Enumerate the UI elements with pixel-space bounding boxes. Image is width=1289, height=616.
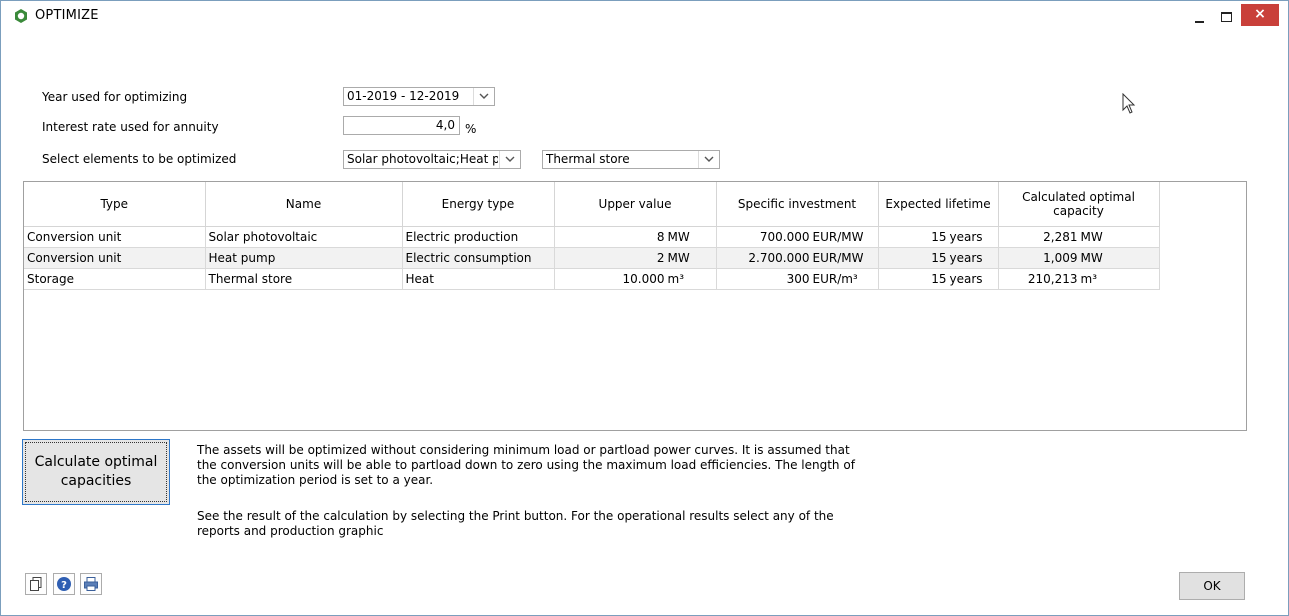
interest-unit: %: [465, 122, 477, 136]
info-paragraph-2: See the result of the calculation by sel…: [197, 509, 834, 538]
capacity-value: 210,213: [1027, 272, 1078, 286]
results-table-body: Type Name Energy type Upper value Specif…: [24, 182, 1160, 290]
cell-invest[interactable]: 300 EUR/m³: [716, 268, 879, 290]
invest-unit: EUR/MW: [812, 230, 864, 244]
focus-rectangle: [25, 442, 167, 502]
cell-energy: Electric consumption: [402, 247, 555, 269]
help-icon: ?: [57, 577, 71, 591]
cell-invest[interactable]: 2.700.000 EUR/MW: [716, 247, 879, 269]
cell-capacity: 210,213 m³: [998, 268, 1160, 290]
cell-upper[interactable]: 2 MW: [554, 247, 717, 269]
interest-label: Interest rate used for annuity: [42, 120, 219, 134]
ok-button[interactable]: OK: [1179, 572, 1245, 600]
info-paragraph-1: The assets will be optimized without con…: [197, 443, 855, 487]
upper-unit: m³: [667, 272, 685, 286]
year-label: Year used for optimizing: [42, 90, 188, 104]
optimize-window: OPTIMIZE × Year used for optimizing 01-2…: [0, 0, 1289, 616]
help-button[interactable]: ?: [53, 573, 75, 595]
col-header-expected-lifetime[interactable]: Expected lifetime: [878, 182, 999, 227]
cell-life[interactable]: 15 years: [878, 268, 999, 290]
elements-select-value: Solar photovoltaic;Heat p: [347, 152, 498, 166]
invest-value: 700.000: [759, 230, 810, 244]
copy-icon: [30, 577, 42, 591]
close-icon: ×: [1254, 6, 1266, 22]
chevron-down-icon[interactable]: [698, 151, 719, 168]
cell-name: Solar photovoltaic: [205, 226, 403, 248]
cell-name: Heat pump: [205, 247, 403, 269]
invest-unit: EUR/m³: [812, 272, 858, 286]
maximize-button[interactable]: [1210, 1, 1244, 29]
cell-invest[interactable]: 700.000 EUR/MW: [716, 226, 879, 248]
chevron-down-icon[interactable]: [499, 151, 520, 168]
invest-unit: EUR/MW: [812, 251, 864, 265]
table-row[interactable]: Storage Thermal store Heat 10.000 m³ 300 E…: [24, 268, 1160, 290]
cell-name: Thermal store: [205, 268, 403, 290]
cell-type: Storage: [24, 268, 206, 290]
upper-unit: MW: [667, 230, 690, 244]
upper-value: 10.000: [622, 272, 665, 286]
title-bar: OPTIMIZE ×: [1, 1, 1288, 31]
copy-button[interactable]: [25, 573, 47, 595]
cell-upper[interactable]: 10.000 m³: [554, 268, 717, 290]
col-header-type[interactable]: Type: [24, 182, 206, 227]
table-row[interactable]: Conversion unit Heat pump Electric consu…: [24, 247, 1160, 269]
results-table: Type Name Energy type Upper value Specif…: [23, 181, 1247, 431]
svg-text:?: ?: [61, 580, 67, 591]
cell-type: Conversion unit: [24, 247, 206, 269]
interest-rate-input[interactable]: 4,0: [343, 116, 460, 135]
chevron-down-icon[interactable]: [473, 88, 494, 105]
year-select[interactable]: 01-2019 - 12-2019: [343, 87, 495, 106]
cell-capacity: 2,281 MW: [998, 226, 1160, 248]
calculate-optimal-capacities-button[interactable]: Calculate optimal capacities: [22, 439, 170, 505]
life-unit: years: [949, 251, 983, 265]
upper-value: 2: [656, 251, 665, 265]
cell-energy: Electric production: [402, 226, 555, 248]
close-button[interactable]: ×: [1241, 4, 1279, 26]
col-header-optimal-capacity[interactable]: Calculated optimal capacity: [998, 182, 1160, 227]
maximize-icon: [1221, 12, 1232, 22]
cell-type: Conversion unit: [24, 226, 206, 248]
print-button[interactable]: [80, 573, 102, 595]
capacity-unit: MW: [1080, 230, 1103, 244]
elements-select[interactable]: Solar photovoltaic;Heat p: [343, 150, 521, 169]
invest-value: 300: [786, 272, 810, 286]
elements-select-2[interactable]: Thermal store: [542, 150, 720, 169]
elements-label: Select elements to be optimized: [42, 152, 237, 166]
window-title: OPTIMIZE: [35, 8, 99, 23]
col-header-name[interactable]: Name: [205, 182, 403, 227]
col-header-upper-value[interactable]: Upper value: [554, 182, 717, 227]
invest-value: 2.700.000: [748, 251, 810, 265]
life-value: 15: [931, 251, 947, 265]
col-header-specific-investment[interactable]: Specific investment: [716, 182, 879, 227]
cell-capacity: 1,009 MW: [998, 247, 1160, 269]
table-row[interactable]: Conversion unit Solar photovoltaic Elect…: [24, 226, 1160, 248]
capacity-value: 1,009: [1043, 251, 1078, 265]
minimize-icon: [1195, 21, 1204, 23]
print-icon: [84, 577, 98, 591]
elements-select-2-value: Thermal store: [546, 152, 630, 166]
app-logo-icon: [15, 9, 27, 23]
cell-life[interactable]: 15 years: [878, 247, 999, 269]
cell-life[interactable]: 15 years: [878, 226, 999, 248]
mouse-cursor-icon: [1122, 93, 1136, 114]
upper-unit: MW: [667, 251, 690, 265]
upper-value: 8: [656, 230, 665, 244]
col-header-energy-type[interactable]: Energy type: [402, 182, 555, 227]
year-select-value: 01-2019 - 12-2019: [347, 89, 460, 103]
cell-upper[interactable]: 8 MW: [554, 226, 717, 248]
cell-energy: Heat: [402, 268, 555, 290]
table-header-row: Type Name Energy type Upper value Specif…: [24, 182, 1160, 227]
life-value: 15: [931, 230, 947, 244]
capacity-unit: MW: [1080, 251, 1103, 265]
life-unit: years: [949, 272, 983, 286]
life-value: 15: [931, 272, 947, 286]
life-unit: years: [949, 230, 983, 244]
capacity-value: 2,281: [1043, 230, 1078, 244]
capacity-unit: m³: [1080, 272, 1098, 286]
